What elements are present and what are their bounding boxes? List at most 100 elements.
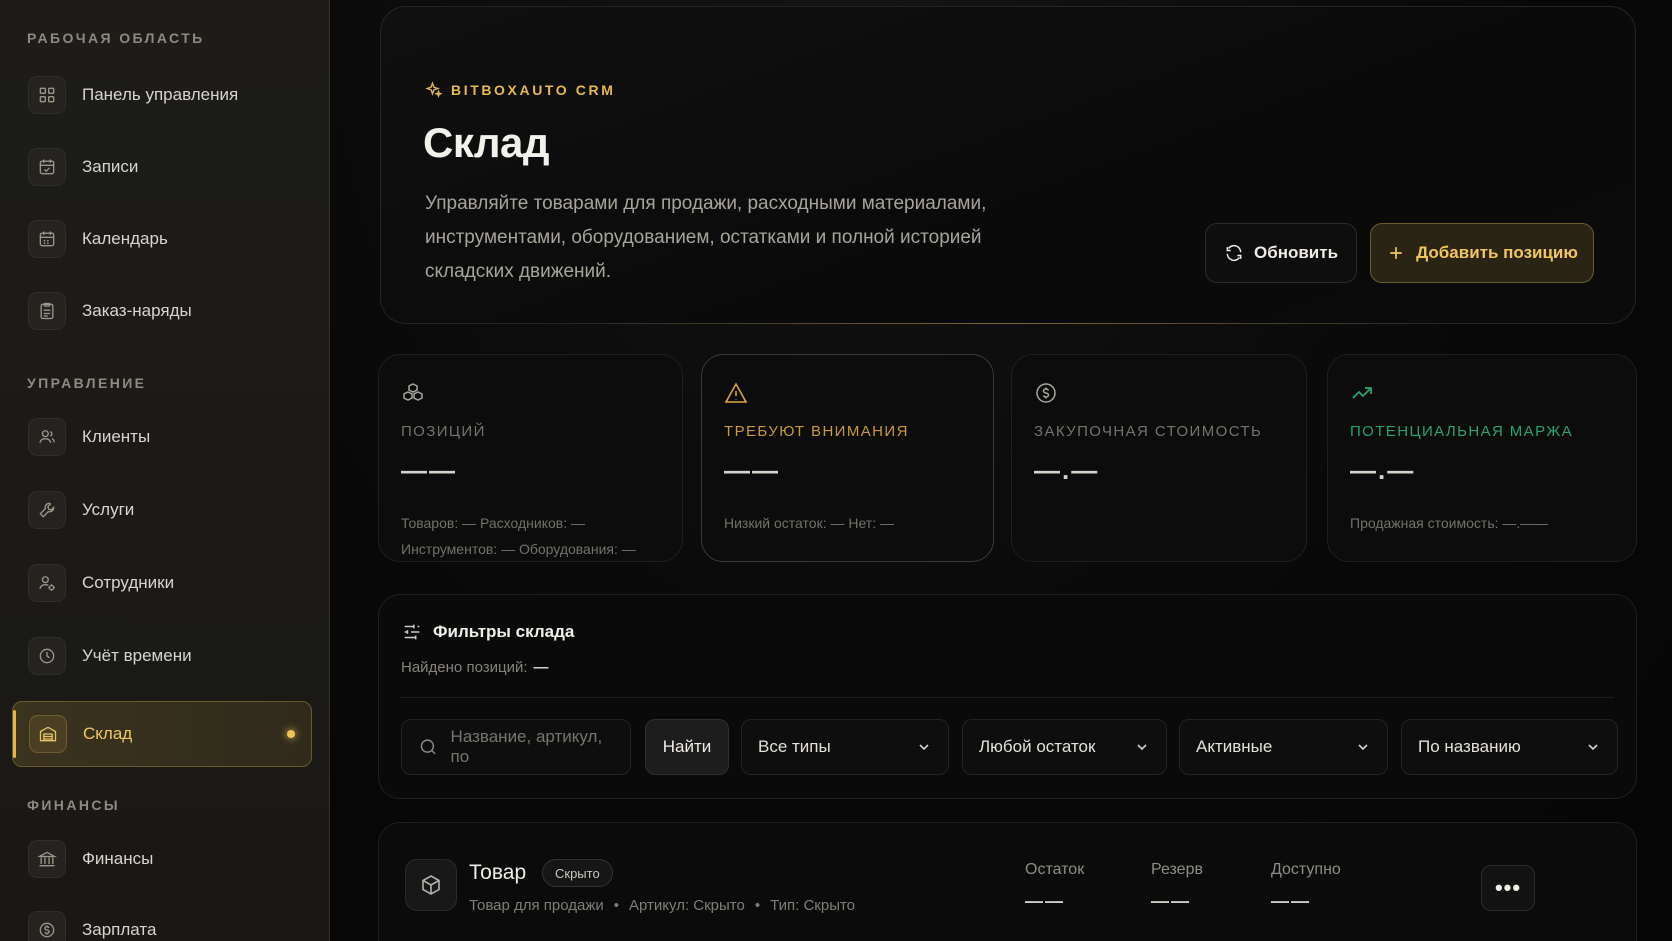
more-actions-button[interactable]: ••• (1481, 865, 1535, 911)
type-select-value: Все типы (758, 737, 831, 756)
sidebar: РАБОЧАЯ ОБЛАСТЬ Панель управления Записи… (0, 0, 330, 941)
search-icon (420, 739, 436, 755)
stat-value: —.— (1350, 455, 1416, 485)
stat-card-positions: ПОЗИЦИЙ —— Товаров: — Расходников: — Инс… (378, 354, 683, 562)
sliders-icon (404, 624, 420, 640)
product-meta: Товар для продажи • Артикул: Скрыто • Тип: С… (469, 897, 855, 914)
page-header-card: BITBOXAUTO CRM Склад Управляйте товарами… (380, 6, 1636, 324)
sidebar-item-employees[interactable]: Сотрудники (12, 550, 312, 616)
stat-label: ТРЕБУЮТ ВНИМАНИЯ (724, 423, 909, 440)
stock-select[interactable]: Любой остаток (962, 719, 1167, 775)
product-row[interactable]: Товар Скрыто Товар для продажи • Артикул: … (378, 822, 1637, 941)
status-badge: Скрыто (542, 859, 613, 887)
sidebar-item-label: Склад (83, 724, 133, 743)
search-placeholder: Название, артикул, по (450, 727, 603, 766)
found-count-label: Найдено позиций: (401, 659, 528, 676)
status-select[interactable]: Активные (1179, 719, 1388, 775)
brand: BITBOXAUTO CRM (425, 81, 615, 99)
stat-card-purchase-cost: ЗАКУПОЧНАЯ СТОИМОСТЬ —.— (1011, 354, 1307, 562)
sort-select-value: По названию (1418, 737, 1521, 756)
stat-label: ПОТЕНЦИАЛЬНАЯ МАРЖА (1350, 423, 1573, 440)
reserve-label: Резерв (1151, 861, 1203, 878)
sort-select[interactable]: По названию (1401, 719, 1618, 775)
product-kind: Тип: Скрыто (770, 897, 856, 914)
dollar-circle-icon (1036, 383, 1056, 403)
refresh-icon (1226, 244, 1242, 262)
stat-label: ЗАКУПОЧНАЯ СТОИМОСТЬ (1034, 423, 1263, 440)
add-item-button[interactable]: Добавить позицию (1370, 223, 1594, 283)
wrench-icon (28, 491, 66, 529)
stock-column: Остаток —— (1025, 861, 1084, 912)
bank-icon (28, 840, 66, 878)
sidebar-item-salary[interactable]: Зарплата (12, 897, 312, 941)
warehouse-filters-card: Фильтры склада Найдено позиций: — Названи… (378, 594, 1637, 799)
calendar-check-icon (28, 148, 66, 186)
refresh-button[interactable]: Обновить (1205, 223, 1357, 283)
clipboard-icon (28, 292, 66, 330)
filters-title: Фильтры склада (401, 621, 574, 643)
section-title-workspace: РАБОЧАЯ ОБЛАСТЬ (27, 30, 205, 46)
package-icon (422, 875, 440, 895)
separator-dot: • (754, 897, 761, 914)
available-value: —— (1271, 891, 1311, 911)
find-button[interactable]: Найти (645, 719, 729, 775)
users-icon (28, 418, 66, 456)
found-count-value: — (533, 659, 549, 676)
sidebar-item-label: Услуги (82, 500, 135, 519)
stock-select-value: Любой остаток (979, 737, 1096, 756)
found-count: Найдено позиций: — (401, 659, 549, 676)
stat-sub-text: Товаров: — Расходников: — (401, 515, 585, 531)
reserve-column: Резерв —— (1151, 861, 1203, 912)
sidebar-item-label: Учёт времени (82, 646, 192, 665)
sidebar-item-finance[interactable]: Финансы (12, 826, 312, 892)
sidebar-item-dashboard[interactable]: Панель управления (12, 62, 312, 128)
calendar-icon (28, 220, 66, 258)
available-label: Доступно (1271, 861, 1341, 878)
stat-value: —.— (1034, 455, 1100, 485)
separator-dot: • (613, 897, 620, 914)
search-input[interactable]: Название, артикул, по (401, 719, 631, 775)
sidebar-item-label: Календарь (82, 229, 168, 248)
stat-card-margin: ПОТЕНЦИАЛЬНАЯ МАРЖА —.— Продажная стоимо… (1327, 354, 1637, 562)
sidebar-item-label: Клиенты (82, 427, 151, 446)
trending-up-icon (1352, 387, 1372, 399)
divider (401, 697, 1614, 698)
sidebar-item-work-orders[interactable]: Заказ-наряды (12, 278, 312, 344)
sidebar-item-time-tracking[interactable]: Учёт времени (12, 623, 312, 689)
sidebar-item-records[interactable]: Записи (12, 134, 312, 200)
stat-sub-text: Инструментов: — Оборудования: — (401, 541, 636, 557)
sidebar-item-clients[interactable]: Клиенты (12, 404, 312, 470)
sidebar-item-calendar[interactable]: Календарь (12, 206, 312, 272)
product-name: Товар (469, 861, 527, 884)
stock-value: —— (1025, 891, 1065, 911)
warehouse-icon (29, 715, 67, 753)
sidebar-item-label: Сотрудники (82, 573, 175, 592)
section-title-management: УПРАВЛЕНИЕ (27, 375, 147, 391)
money-icon (28, 911, 66, 941)
sidebar-item-services[interactable]: Услуги (12, 477, 312, 543)
product-sku: Артикул: Скрыто (629, 897, 745, 914)
main-content: BITBOXAUTO CRM Склад Управляйте товарами… (331, 0, 1672, 941)
sidebar-item-label: Финансы (82, 849, 154, 868)
chevron-down-icon (1358, 744, 1368, 751)
stat-label: ПОЗИЦИЙ (401, 423, 486, 440)
available-column: Доступно —— (1271, 861, 1341, 912)
sidebar-item-label: Записи (82, 157, 139, 176)
stat-value: —— (724, 455, 780, 485)
page-description: Управляйте товарами для продажи, расходн… (425, 193, 987, 282)
sidebar-item-warehouse[interactable]: Склад (12, 701, 312, 767)
chevron-down-icon (1137, 744, 1147, 751)
sparkle-icon (425, 81, 443, 98)
sidebar-item-label: Панель управления (82, 85, 239, 104)
type-select[interactable]: Все типы (741, 719, 949, 775)
stat-card-attention: ТРЕБУЮТ ВНИМАНИЯ —— Низкий остаток: — Не… (701, 354, 994, 562)
refresh-label: Обновить (1253, 243, 1339, 262)
sidebar-item-label: Зарплата (82, 920, 157, 939)
sidebar-item-label: Заказ-наряды (82, 301, 192, 320)
user-gear-icon (28, 564, 66, 602)
add-item-label: Добавить позицию (1416, 243, 1578, 262)
stat-value: —— (401, 455, 457, 485)
filters-title-label: Фильтры склада (433, 622, 575, 641)
product-box-icon (405, 859, 457, 911)
reserve-value: —— (1151, 891, 1191, 911)
